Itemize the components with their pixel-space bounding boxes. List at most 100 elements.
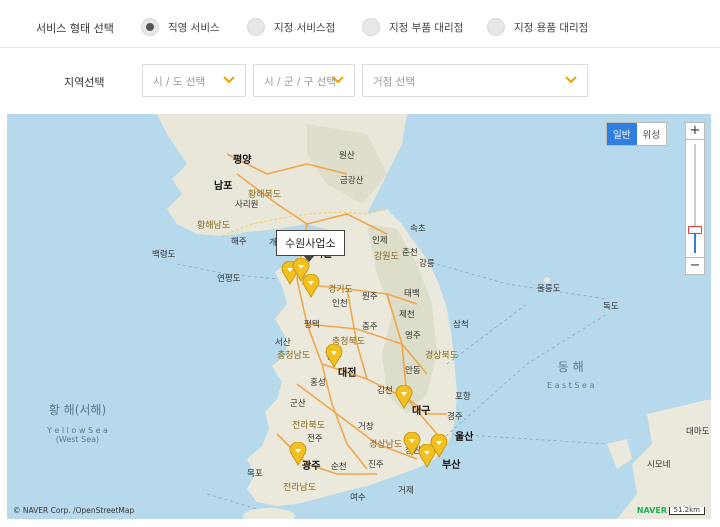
- place-label: 김천: [377, 386, 393, 396]
- province-select[interactable]: 시 / 도 선택: [142, 64, 246, 97]
- place-label: 대마도: [686, 427, 710, 437]
- sea-name-en-sub: (West Sea): [55, 435, 100, 444]
- service-location-marker[interactable]: [325, 344, 343, 368]
- place-label: 거창: [358, 422, 374, 432]
- region-row: 지역선택 시 / 도 선택 시 / 군 / 구 선택 거점 선택: [0, 48, 720, 114]
- place-label: 백령도: [152, 250, 176, 260]
- place-label: 여수: [350, 493, 366, 503]
- place-label: 포항: [455, 392, 471, 402]
- zoom-slider[interactable]: [685, 140, 705, 257]
- map-type-toggle: 일반 위성: [606, 122, 667, 146]
- service-location-marker[interactable]: [430, 434, 448, 458]
- place-label: 삼척: [453, 320, 469, 330]
- radio-circle[interactable]: [487, 18, 505, 36]
- place-label: 진주: [368, 460, 384, 470]
- place-label: 부산: [442, 460, 461, 471]
- place-label: 전라북도: [292, 421, 326, 431]
- radio-label: 직영 서비스: [168, 21, 220, 34]
- place-label: 평양: [233, 155, 252, 166]
- place-label: 황해북도: [248, 190, 282, 200]
- place-label: 시모네: [647, 460, 671, 470]
- branch-select[interactable]: 거점 선택: [362, 64, 588, 97]
- zoom-handle[interactable]: [688, 226, 702, 234]
- select-placeholder: 시 / 군 / 구 선택: [264, 76, 337, 88]
- chevron-down-icon: [565, 76, 577, 84]
- place-label: 강원도: [374, 252, 399, 262]
- place-label: 울릉도: [537, 284, 561, 294]
- place-label: 원주: [362, 292, 378, 302]
- place-label: 대구: [412, 406, 431, 417]
- service-type-label: 서비스 형태 선택: [36, 22, 114, 35]
- place-label: 군산: [290, 399, 306, 409]
- place-label: 경상북도: [425, 351, 459, 361]
- place-label: 서산: [275, 338, 291, 348]
- sea-name-kr: 황 해(서해): [48, 403, 107, 417]
- zoom-control: + −: [685, 122, 705, 277]
- place-label: 경기도: [328, 285, 353, 295]
- place-label: 평택: [304, 320, 320, 330]
- map-type-satellite-button[interactable]: 위성: [637, 123, 666, 145]
- radio-accessory-dealer[interactable]: 지정 용품 대리점: [487, 16, 588, 38]
- radio-circle[interactable]: [362, 18, 380, 36]
- chevron-down-icon: [332, 76, 344, 84]
- place-label: 충청남도: [277, 351, 311, 361]
- place-label: 전라남도: [283, 483, 317, 493]
- east-sea-label: 동 해 E a s t S e a: [547, 358, 594, 390]
- tsushima-island: [607, 439, 632, 469]
- place-label: 춘천: [402, 248, 418, 258]
- radio-parts-dealer[interactable]: 지정 부품 대리점: [362, 16, 463, 38]
- place-label: 영주: [405, 331, 421, 341]
- service-map[interactable]: 평양 남포 사리원 황해북도 황해남도 해주 백령도 연평도 원산 금강산 개성…: [7, 114, 711, 519]
- place-label: 강릉: [419, 259, 435, 269]
- map-copyright[interactable]: © NAVER Corp. /OpenStreetMap: [13, 506, 134, 515]
- map-type-normal-button[interactable]: 일반: [607, 123, 637, 145]
- place-label: 해주: [231, 237, 247, 247]
- sea-name-en: Y e l l o w S e a: [47, 426, 108, 435]
- place-label: 충주: [362, 322, 378, 332]
- service-type-row: 서비스 형태 선택 직영 서비스 지정 서비스점 지정 부품 대리점 지정 용품…: [0, 0, 720, 48]
- place-label: 금강산: [340, 176, 364, 186]
- zoom-level-fill: [694, 232, 696, 253]
- service-location-marker[interactable]: [302, 274, 320, 298]
- place-label: 태백: [404, 289, 420, 299]
- place-label: 인제: [372, 236, 388, 246]
- place-label: 전주: [307, 434, 323, 444]
- zoom-out-button[interactable]: −: [685, 257, 705, 275]
- map-scale: 51.2km: [668, 507, 705, 515]
- sea-name-en: E a s t S e a: [547, 381, 595, 390]
- place-label: 원산: [339, 151, 355, 161]
- radio-label: 지정 부품 대리점: [389, 21, 464, 34]
- place-label: 연평도: [217, 274, 241, 284]
- radio-direct-service[interactable]: 직영 서비스: [141, 16, 220, 38]
- jeju-island: [243, 508, 295, 519]
- place-label: 순천: [331, 462, 347, 472]
- district-select[interactable]: 시 / 군 / 구 선택: [253, 64, 355, 97]
- place-label: 거제: [398, 486, 414, 496]
- radio-designated-service[interactable]: 지정 서비스점: [247, 16, 335, 38]
- place-label: 독도: [603, 302, 619, 312]
- service-location-marker[interactable]: [289, 442, 307, 466]
- place-label: 안동: [405, 366, 421, 376]
- place-label: 남포: [214, 181, 233, 192]
- radio-label: 지정 서비스점: [274, 21, 336, 34]
- place-label: 황해남도: [197, 221, 231, 231]
- sea-name-kr: 동 해: [557, 360, 584, 374]
- place-label: 목포: [247, 469, 263, 479]
- zoom-in-button[interactable]: +: [685, 122, 705, 140]
- radio-label: 지정 용품 대리점: [514, 21, 589, 34]
- place-label: 경상남도: [369, 440, 403, 450]
- yellow-sea-label: 황 해(서해) Y e l l o w S e a (West Sea): [47, 401, 108, 444]
- naver-logo[interactable]: NAVER: [637, 506, 667, 515]
- place-label: 홍성: [310, 378, 326, 388]
- select-placeholder: 거점 선택: [373, 76, 415, 88]
- marker-tooltip: 수원사업소: [276, 230, 345, 262]
- radio-circle[interactable]: [247, 18, 265, 36]
- service-location-marker[interactable]: [395, 385, 413, 409]
- place-label: 경주: [447, 412, 463, 422]
- select-placeholder: 시 / 도 선택: [153, 76, 206, 88]
- place-label: 울산: [455, 432, 474, 443]
- chevron-down-icon: [223, 76, 235, 84]
- place-label: 제천: [399, 310, 415, 320]
- region-label: 지역선택: [64, 76, 105, 89]
- radio-circle[interactable]: [141, 18, 159, 36]
